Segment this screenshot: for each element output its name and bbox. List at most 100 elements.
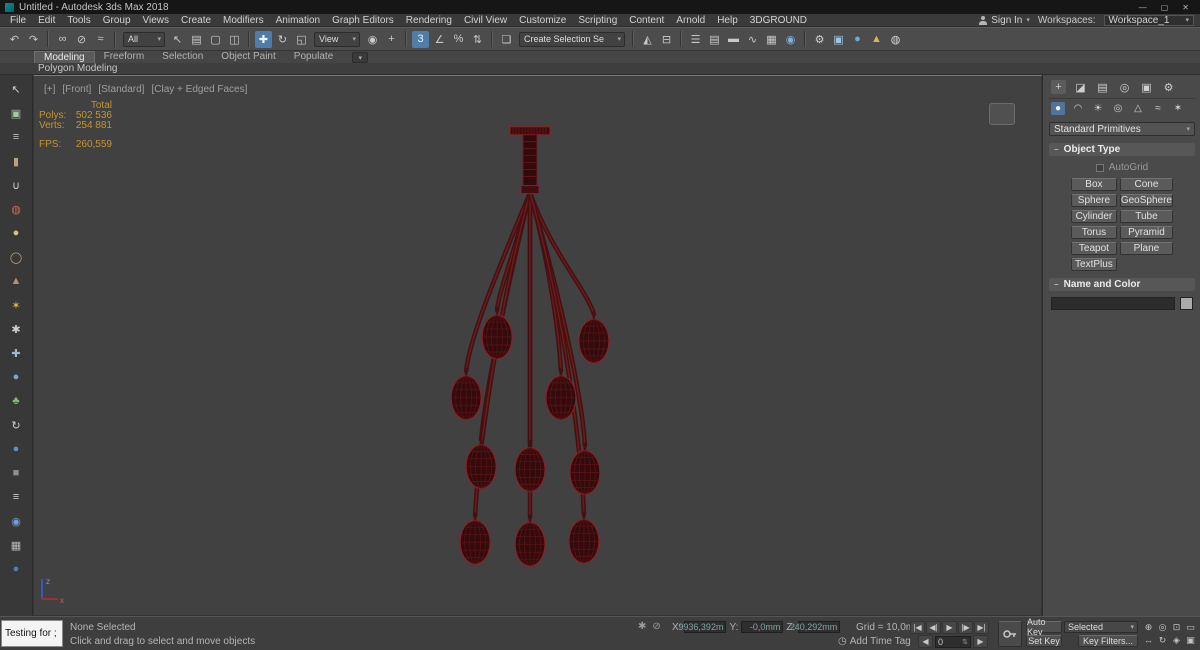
menu-help[interactable]: Help [711,15,744,26]
helpers-category-icon[interactable]: △ [1131,102,1145,115]
align-icon[interactable]: ⊟ [658,31,675,48]
menu-rendering[interactable]: Rendering [400,15,458,26]
motion-tab-icon[interactable]: ◎ [1117,80,1132,94]
tab-object-paint[interactable]: Object Paint [212,51,284,63]
donut-icon[interactable]: ◯ [7,249,25,265]
select-and-manipulate-icon[interactable]: + [383,31,400,48]
menu-animation[interactable]: Animation [270,15,326,26]
ribbon-toggle-icon[interactable]: ▬ [725,31,742,48]
set-key-button[interactable]: Set Key [1026,635,1062,647]
globe-icon[interactable]: ● [7,369,25,385]
render-open-icon[interactable]: ◍ [887,31,904,48]
close-icon[interactable]: ✕ [1182,3,1189,12]
button-torus[interactable]: Torus [1071,226,1117,239]
menu-customize[interactable]: Customize [513,15,572,26]
redo-icon[interactable]: ↷ [25,31,42,48]
workspace-dropdown[interactable]: Workspace_1 ▾ [1103,14,1194,26]
viewport-front[interactable]: z x [+] [Front] [Standard] [Clay + Edged Fa… [33,75,1042,616]
leaf-icon[interactable]: ♣ [7,393,25,409]
display-tab-icon[interactable]: ▣ [1139,80,1154,94]
swirl-icon[interactable]: ↻ [7,417,25,433]
selection-filter-dropdown[interactable]: All ▾ [123,31,165,47]
bind-to-space-warp-icon[interactable]: ≈ [92,31,109,48]
axis-icon[interactable]: ✚ [7,345,25,361]
grid-icon[interactable]: ▦ [7,537,25,553]
maximize-viewport-icon[interactable]: ▣ [1184,634,1197,646]
select-object-icon[interactable]: ↖ [169,31,186,48]
geometry-category-icon[interactable]: ● [1051,102,1065,115]
undo-icon[interactable]: ↶ [6,31,23,48]
tab-freeform[interactable]: Freeform [95,51,154,63]
button-sphere[interactable]: Sphere [1071,194,1117,207]
render-production-icon[interactable]: ● [849,31,866,48]
percent-snap-icon[interactable]: % [450,31,467,48]
snap-toggle-3d-icon[interactable]: 3 [412,30,429,48]
paint-bucket-icon[interactable]: ◍ [7,201,25,217]
menu-arnold[interactable]: Arnold [670,15,711,26]
selection-set-dropdown[interactable]: Selected ▾ [1064,621,1138,633]
use-pivot-center-icon[interactable]: ◉ [364,31,381,48]
unlink-selection-icon[interactable]: ⊘ [73,31,90,48]
rollout-object-type[interactable]: − Object Type [1049,143,1195,156]
orb-icon[interactable]: ◉ [7,513,25,529]
autogrid-checkbox[interactable] [1095,163,1104,172]
add-time-tag[interactable]: ◷ Add Time Tag [838,636,911,647]
menu-graph-editors[interactable]: Graph Editors [326,15,400,26]
sign-in-button[interactable]: Sign In ▾ [978,15,1030,26]
select-and-move-icon[interactable]: ✚ [255,30,272,48]
button-textplus[interactable]: TextPlus [1071,258,1117,271]
window-crossing-icon[interactable]: ◫ [226,31,243,48]
layer-explorer-icon[interactable]: ▤ [706,31,723,48]
button-pyramid[interactable]: Pyramid [1119,226,1173,239]
systems-category-icon[interactable]: ✶ [1171,102,1185,115]
spinner-snap-icon[interactable]: ⇅ [469,31,486,48]
select-and-rotate-icon[interactable]: ↻ [274,31,291,48]
shapes-category-icon[interactable]: ◠ [1071,102,1085,115]
render-setup-icon[interactable]: ⚙ [811,31,828,48]
menu-views[interactable]: Views [137,15,176,26]
modify-tab-icon[interactable]: ◪ [1073,80,1088,94]
menu-create[interactable]: Create [175,15,217,26]
zoom-icon[interactable]: ⊕ [1142,621,1155,633]
lights-category-icon[interactable]: ☀ [1091,102,1105,115]
create-tab-icon[interactable]: + [1051,80,1066,94]
list-icon[interactable]: ≡ [7,489,25,505]
tab-selection[interactable]: Selection [153,51,212,63]
menu-file[interactable]: File [4,15,32,26]
key-filters-button[interactable]: Key Filters... [1078,635,1138,647]
object-color-swatch[interactable] [1180,297,1193,310]
menu-edit[interactable]: Edit [32,15,61,26]
hierarchy-tab-icon[interactable]: ▤ [1095,80,1110,94]
scene-explorer-icon[interactable]: ☰ [687,31,704,48]
previous-frame-button[interactable]: ◀ [918,635,933,648]
material-editor-icon[interactable]: ◉ [782,31,799,48]
tab-polygon-modeling[interactable]: Polygon Modeling [38,63,118,74]
menu-content[interactable]: Content [623,15,670,26]
minimize-icon[interactable]: — [1139,3,1147,12]
select-by-name-icon[interactable]: ▤ [188,31,205,48]
coord-field-z-[interactable]: 240,292mm [790,621,841,633]
mirror-icon[interactable]: ◭ [639,31,656,48]
utilities-tab-icon[interactable]: ⚙ [1161,80,1176,94]
viewport-menu-3[interactable]: [Clay + Edged Faces] [151,84,247,95]
title-bar[interactable]: Untitled - Autodesk 3ds Max 2018 — ▢ ✕ [0,0,1200,14]
menu-tools[interactable]: Tools [61,15,96,26]
button-plane[interactable]: Plane [1119,242,1173,255]
sphere-icon[interactable]: ● [7,225,25,241]
maxscript-mini-listener[interactable]: Testing for ; [1,620,63,647]
primitives-dropdown[interactable]: Standard Primitives ▾ [1049,122,1195,136]
button-cylinder[interactable]: Cylinder [1071,210,1117,223]
selection-lock-icon[interactable]: ⊘ [652,621,660,632]
button-box[interactable]: Box [1071,178,1117,191]
cone-icon[interactable]: ▲ [7,273,25,289]
cube-icon[interactable]: ■ [7,465,25,481]
button-cone[interactable]: Cone [1119,178,1173,191]
rendered-frame-icon[interactable]: ▣ [830,31,847,48]
next-key-button[interactable]: |▶ [958,621,973,634]
rollout-name-color[interactable]: − Name and Color [1049,278,1195,291]
edit-named-selection-sets-icon[interactable]: ❏ [498,31,515,48]
set-keys-button[interactable] [998,621,1022,647]
auto-key-button[interactable]: Auto Key [1026,617,1062,637]
button-tube[interactable]: Tube [1119,210,1173,223]
sphere-blue-icon[interactable]: ● [7,561,25,577]
